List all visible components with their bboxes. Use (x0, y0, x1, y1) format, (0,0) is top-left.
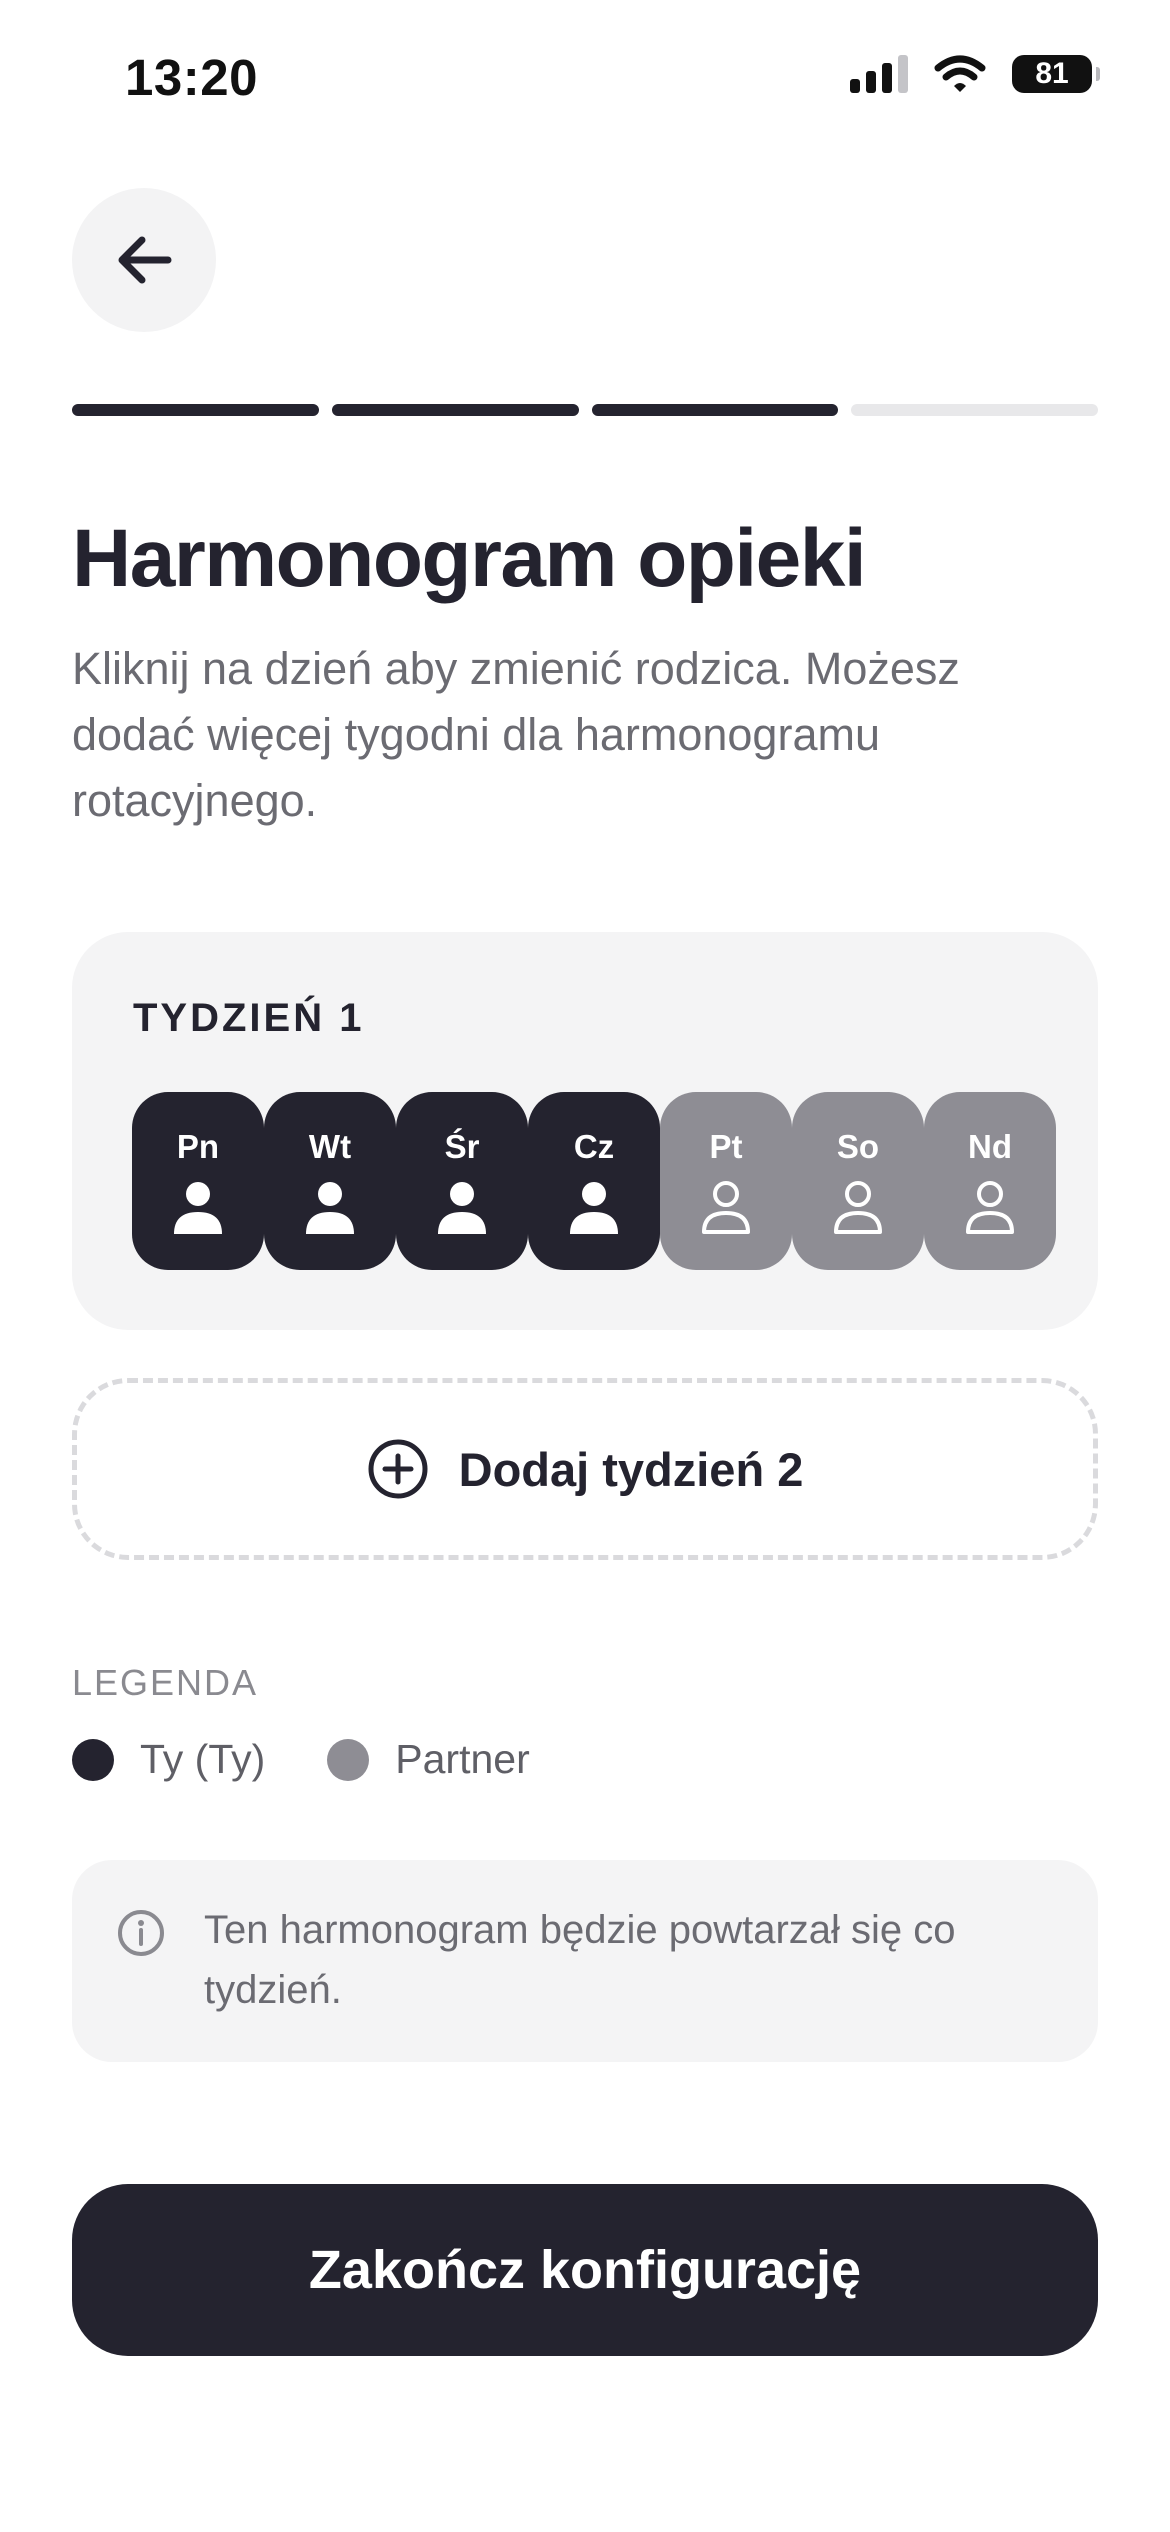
legend-item-partner: Partner (327, 1736, 530, 1783)
week-card: TYDZIEŃ 1 Pn Wt Śr Cz Pt So Nd (72, 932, 1098, 1330)
finish-setup-button[interactable]: Zakończ konfigurację (72, 2184, 1098, 2356)
person-filled-icon (306, 1182, 354, 1234)
page-title: Harmonogram opieki (72, 513, 867, 604)
legend-dot-partner (327, 1738, 370, 1781)
progress-step (72, 404, 319, 416)
status-icons: 81 (850, 54, 1100, 94)
info-box: Ten harmonogram będzie powtarzał się co … (72, 1860, 1098, 2062)
finish-setup-label: Zakończ konfigurację (308, 2240, 862, 2300)
day-label: Śr (444, 1128, 480, 1165)
progress-bar (72, 404, 1098, 416)
day-label: Nd (968, 1128, 1012, 1165)
person-outline-icon (834, 1181, 882, 1234)
day-friday[interactable]: Pt (660, 1092, 792, 1270)
legend-title: LEGENDA (72, 1662, 259, 1703)
info-text: Ten harmonogram będzie powtarzał się co … (204, 1908, 956, 2012)
plus-circle-icon (368, 1439, 428, 1499)
day-sunday[interactable]: Nd (924, 1092, 1056, 1270)
legend-label: Ty (Ty) (140, 1736, 266, 1782)
battery-icon: 81 (1012, 55, 1100, 93)
person-filled-icon (570, 1182, 618, 1234)
week-title: TYDZIEŃ 1 (133, 996, 365, 1040)
person-outline-icon (702, 1181, 750, 1234)
status-time: 13:20 (125, 49, 258, 106)
legend: Ty (Ty) Partner (72, 1736, 592, 1783)
legend-item-me: Ty (Ty) (72, 1736, 265, 1783)
person-filled-icon (174, 1182, 222, 1234)
day-saturday[interactable]: So (792, 1092, 924, 1270)
page-subtitle: Kliknij na dzień aby zmienić rodzica. Mo… (72, 643, 960, 826)
day-monday[interactable]: Pn (132, 1092, 264, 1270)
day-label: So (836, 1128, 880, 1165)
back-button[interactable] (72, 188, 216, 332)
add-week-label: Dodaj tydzień 2 (458, 1442, 804, 1496)
add-week-button[interactable]: Dodaj tydzień 2 (72, 1378, 1098, 1560)
day-label: Wt (308, 1128, 352, 1165)
progress-step (851, 404, 1098, 416)
day-label: Cz (573, 1128, 615, 1165)
progress-step (331, 404, 579, 416)
day-thursday[interactable]: Cz (528, 1092, 660, 1270)
battery-level: 81 (1035, 57, 1069, 90)
day-row: Pn Wt Śr Cz Pt So Nd (132, 1092, 1056, 1270)
wifi-icon (934, 55, 986, 92)
arrow-left-icon (118, 236, 172, 284)
progress-step (591, 404, 839, 416)
day-tuesday[interactable]: Wt (264, 1092, 396, 1270)
legend-dot-me (72, 1738, 114, 1781)
day-label: Pn (176, 1128, 220, 1165)
person-filled-icon (438, 1182, 486, 1234)
day-wednesday[interactable]: Śr (396, 1092, 528, 1270)
info-icon (118, 1910, 164, 1956)
day-label: Pt (709, 1128, 743, 1165)
screen: 13:20 81 Harmonogram opieki Kliknij na d… (0, 0, 1170, 2532)
signal-icon (850, 55, 908, 93)
person-outline-icon (966, 1181, 1014, 1234)
legend-label: Partner (395, 1736, 530, 1782)
